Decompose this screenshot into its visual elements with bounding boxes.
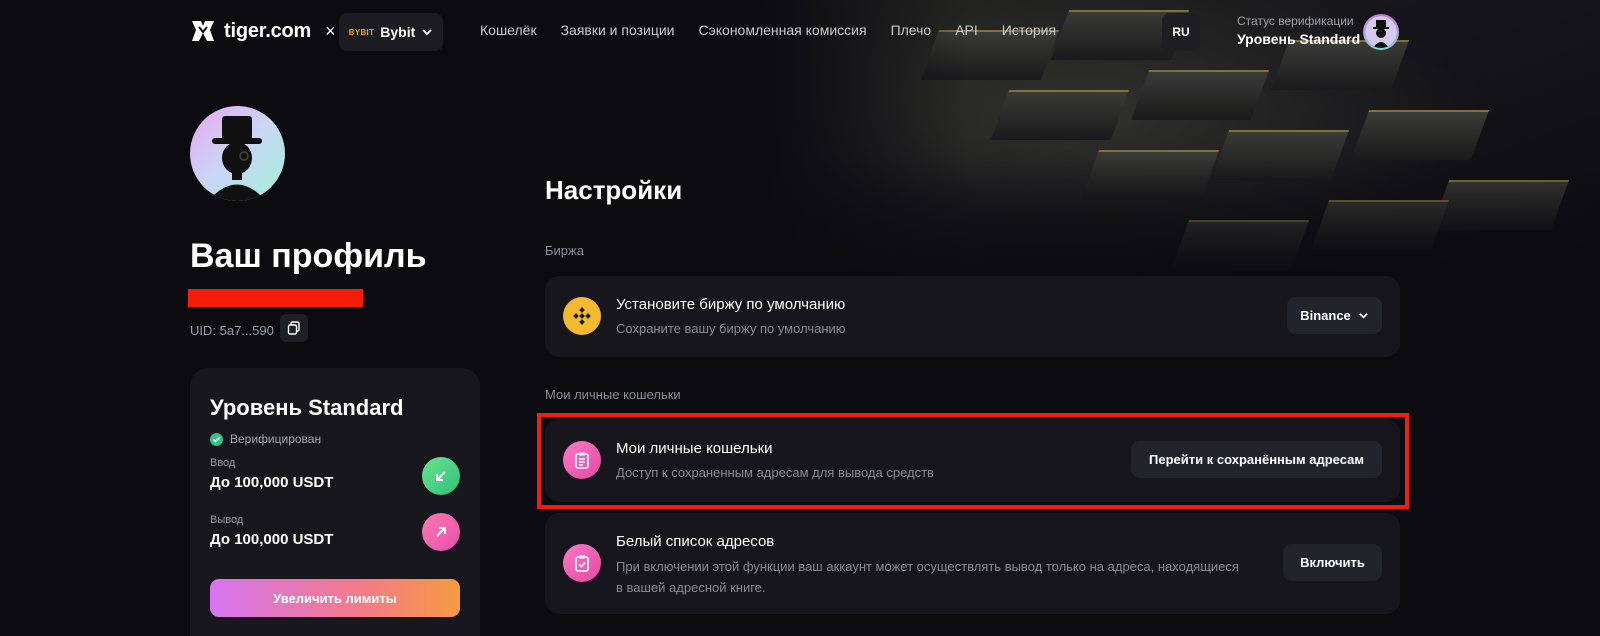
default-exchange-dropdown[interactable]: Binance [1287, 297, 1382, 334]
check-icon [210, 432, 223, 446]
exchange-selector[interactable]: BYBIT Bybit [339, 13, 443, 51]
logo[interactable]: tiger.com × [190, 18, 336, 44]
copy-uid-button[interactable] [280, 314, 308, 342]
verification-level: Уровень Standard [1237, 31, 1361, 47]
level-card: Уровень Standard Верифицирован Ввод До 1… [190, 368, 480, 636]
avatar-icon [208, 116, 266, 201]
nav-item-api[interactable]: API [955, 22, 978, 38]
copy-icon [287, 321, 300, 335]
withdraw-arrow-icon [422, 513, 460, 551]
bybit-mini-logo: BYBIT [348, 27, 375, 37]
enable-whitelist-button[interactable]: Включить [1283, 544, 1382, 581]
nav-item-orders[interactable]: Заявки и позиции [561, 22, 675, 38]
clipboard-check-icon [563, 544, 601, 582]
default-exchange-subtitle: Сохраните вашу биржу по умолчанию [616, 321, 846, 336]
settings-title: Настройки [545, 175, 683, 205]
tiger-logo-icon [192, 21, 214, 41]
verified-status: Верифицирован [210, 432, 321, 446]
whitelist-subtitle-line2: в вашей адресной книге. [616, 580, 766, 595]
profile-title: Ваш профиль [190, 237, 427, 275]
whitelist-title: Белый список адресов [616, 533, 775, 550]
withdraw-limit: До 100,000 USDT [210, 531, 334, 548]
clipboard-icon [563, 441, 601, 479]
profile-avatar [190, 106, 285, 201]
nav-item-saved-commission[interactable]: Сэкономленная комиссия [699, 22, 867, 38]
default-exchange-title: Установите биржу по умолчанию [616, 296, 846, 313]
header-avatar[interactable] [1363, 14, 1399, 50]
deposit-label: Ввод [210, 457, 236, 469]
deposit-arrow-icon [422, 457, 460, 495]
language-button[interactable]: RU [1162, 13, 1200, 51]
top-header: tiger.com × BYBIT Bybit Кошелёк Заявки и… [0, 0, 1600, 64]
level-title: Уровень Standard [210, 395, 404, 420]
increase-limits-button[interactable]: Увеличить лимиты [210, 579, 460, 617]
logo-text: tiger.com [224, 19, 312, 42]
verification-status[interactable]: Статус верификации Уровень Standard [1237, 14, 1360, 47]
main-nav: Кошелёк Заявки и позиции Сэкономленная к… [480, 22, 1056, 38]
nav-item-wallet[interactable]: Кошелёк [480, 22, 537, 38]
binance-icon [563, 297, 601, 335]
go-to-saved-addresses-button[interactable]: Перейти к сохранённым адресам [1131, 441, 1382, 478]
exchange-section-label: Биржа [545, 243, 584, 258]
exchange-name: Bybit [380, 24, 416, 40]
user-uid: UID: 5a7...590 [190, 323, 274, 338]
withdraw-label: Вывод [210, 514, 244, 526]
chevron-down-icon [422, 29, 432, 36]
nav-item-leverage[interactable]: Плечо [891, 22, 932, 38]
nav-item-history[interactable]: История [1002, 22, 1056, 38]
chevron-down-icon [1359, 313, 1368, 319]
logo-separator: × [325, 20, 336, 41]
personal-wallets-card: Мои личные кошельки Доступ к сохраненным… [545, 419, 1400, 502]
wallets-section-label: Мои личные кошельки [545, 387, 681, 402]
verified-label: Верифицирован [230, 432, 322, 446]
deposit-limit: До 100,000 USDT [210, 474, 334, 491]
default-exchange-card: Установите биржу по умолчанию Сохраните … [545, 276, 1400, 357]
default-exchange-value: Binance [1300, 308, 1351, 323]
personal-wallets-title: Мои личные кошельки [616, 440, 773, 457]
whitelist-subtitle-line1: При включении этой функции ваш аккаунт м… [616, 559, 1239, 574]
redacted-username [188, 289, 363, 307]
personal-wallets-subtitle: Доступ к сохраненным адресам для вывода … [616, 465, 934, 480]
avatar-icon [1365, 16, 1397, 48]
verification-label: Статус верификации [1237, 14, 1354, 28]
whitelist-card: Белый список адресов При включении этой … [545, 513, 1400, 614]
